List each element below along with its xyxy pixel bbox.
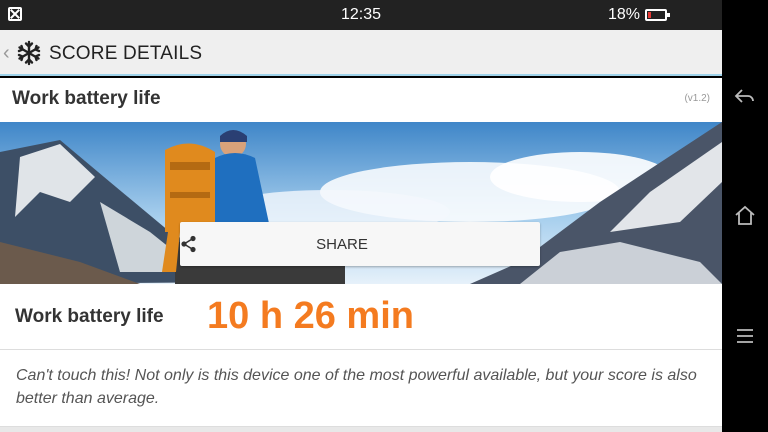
share-button[interactable]: SHARE [180,222,540,266]
score-content: Work battery life (v1.2) SHARE Work batt… [0,78,722,432]
divider [0,426,722,432]
back-nav-icon[interactable] [733,85,757,109]
section-name: Work battery life [12,88,161,109]
status-bar: 12:35 18% [0,0,722,30]
hero-image: SHARE [0,122,722,284]
score-row: Work battery life 10 h 26 min [0,284,722,350]
menu-nav-icon[interactable] [733,324,757,348]
score-label: Work battery life [15,306,164,327]
share-icon [181,235,196,253]
system-nav-bar [722,0,768,432]
battery-percentage: 18% [607,6,640,23]
back-chevron-icon[interactable]: ‹ [3,42,10,65]
score-value: 10 h 26 min [207,295,414,337]
section-header: Work battery life (v1.2) [0,78,722,122]
page-title: SCORE DETAILS [49,43,203,64]
version-label: (v1.2) [684,93,710,104]
home-nav-icon[interactable] [733,204,757,228]
score-description: Can't touch this! Not only is this devic… [16,367,697,407]
battery-icon [645,9,670,21]
snowflake-logo-icon[interactable] [16,40,42,66]
share-button-label: SHARE [316,236,368,253]
app-header: ‹ SCORE DETAILS [0,30,722,76]
